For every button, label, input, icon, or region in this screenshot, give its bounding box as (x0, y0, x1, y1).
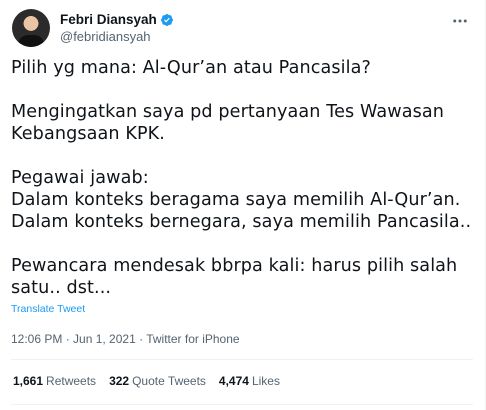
translate-tweet-link[interactable]: Translate Tweet (11, 303, 85, 315)
retweets-stat[interactable]: 1,661 Retweets (13, 374, 96, 388)
likes-stat[interactable]: 4,474 Likes (219, 374, 280, 388)
name-row: Febri Diansyah (60, 12, 174, 27)
retweets-count: 1,661 (13, 374, 44, 388)
tweet-header: Febri Diansyah @febridiansyah (12, 9, 174, 47)
ellipsis-icon (453, 19, 467, 23)
verified-badge-icon (160, 13, 173, 26)
quote-tweets-label: Quote Tweets (132, 374, 206, 388)
divider (11, 404, 473, 405)
avatar[interactable] (12, 9, 50, 47)
author-handle[interactable]: @febridiansyah (60, 29, 174, 44)
tweet-timestamp[interactable]: 12:06 PM · Jun 1, 2021 · Twitter for iPh… (11, 332, 240, 346)
more-options-ellipsis-icon[interactable] (451, 12, 469, 35)
author-display-name[interactable]: Febri Diansyah (60, 12, 157, 27)
tweet-text: Pilih yg mana: Al-Qur’an atau Pancasila?… (11, 58, 472, 298)
likes-label: Likes (251, 374, 280, 388)
tweet-detail: Febri Diansyah @febridiansyah Pilih yg m… (0, 0, 486, 410)
likes-count: 4,474 (218, 374, 249, 388)
author-names: Febri Diansyah @febridiansyah (60, 12, 174, 44)
quote-tweets-count: 322 (109, 374, 130, 388)
quote-tweets-stat[interactable]: 322 Quote Tweets (109, 374, 206, 388)
divider (11, 359, 473, 360)
retweets-label: Retweets (46, 374, 97, 388)
engagement-stats: 1,661 Retweets 322 Quote Tweets 4,474 Likes (13, 374, 293, 388)
